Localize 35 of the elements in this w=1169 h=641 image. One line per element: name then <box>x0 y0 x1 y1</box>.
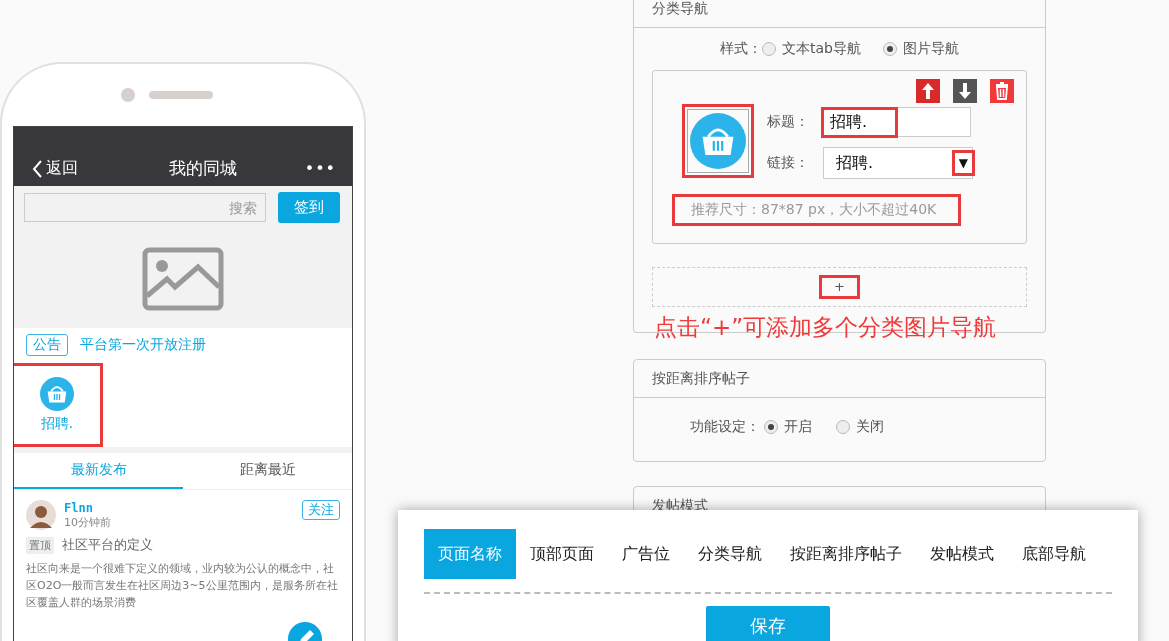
post-title: 社区平台的定义 <box>62 536 153 554</box>
notice-tag: 公告 <box>26 334 68 356</box>
style-radio[interactable]: 文本tab导航 <box>762 40 861 58</box>
move-down-icon[interactable] <box>953 79 977 103</box>
setting-radio[interactable]: 关闭 <box>836 418 884 436</box>
back-button[interactable]: 返回 <box>32 158 78 179</box>
move-up-icon[interactable] <box>916 79 940 103</box>
speaker-icon <box>149 91 213 99</box>
panel-title: 按距离排序帖子 <box>652 369 750 388</box>
title-label: 标题： <box>767 113 809 131</box>
setting-label: 功能设定： <box>690 418 760 436</box>
page-title: 我的同城 <box>169 157 238 180</box>
style-radio[interactable]: 图片导航 <box>882 40 959 58</box>
camera-icon <box>121 88 135 102</box>
basket-icon <box>40 376 74 411</box>
panel-title: 分类导航 <box>652 0 708 18</box>
annotation-text: 点击“+”可添加多个分类图片导航 <box>654 313 997 342</box>
avatar <box>26 500 56 530</box>
image-placeholder-icon <box>142 247 224 311</box>
title-input[interactable]: 招聘. <box>823 107 971 137</box>
size-hint: 推荐尺寸：87*87 px，大小不超过40K <box>675 197 959 223</box>
search-field[interactable]: 搜索 <box>24 193 266 222</box>
add-button[interactable]: + <box>822 278 857 296</box>
delete-icon[interactable] <box>990 79 1014 103</box>
chevron-left-icon <box>32 159 42 178</box>
more-button[interactable]: ••• <box>304 159 336 178</box>
link-label: 链接： <box>767 154 809 172</box>
post-time: 10分钟前 <box>64 514 112 530</box>
link-select[interactable]: 招聘. ▼ <box>823 147 973 179</box>
setting-radio[interactable]: 开启 <box>764 418 812 436</box>
post-body: 社区向来是一个很难下定义的领域，业内较为公认的概念中，社区O2O一般而言发生在社区周边3~5公里范围内，是服务所在社区覆盖人群的场景消费 <box>26 561 339 611</box>
feed-tab[interactable]: 距离最近 <box>183 453 352 489</box>
basket-icon <box>690 113 746 169</box>
style-label: 样式： <box>720 40 762 58</box>
pinned-tag: 置顶 <box>26 536 54 554</box>
